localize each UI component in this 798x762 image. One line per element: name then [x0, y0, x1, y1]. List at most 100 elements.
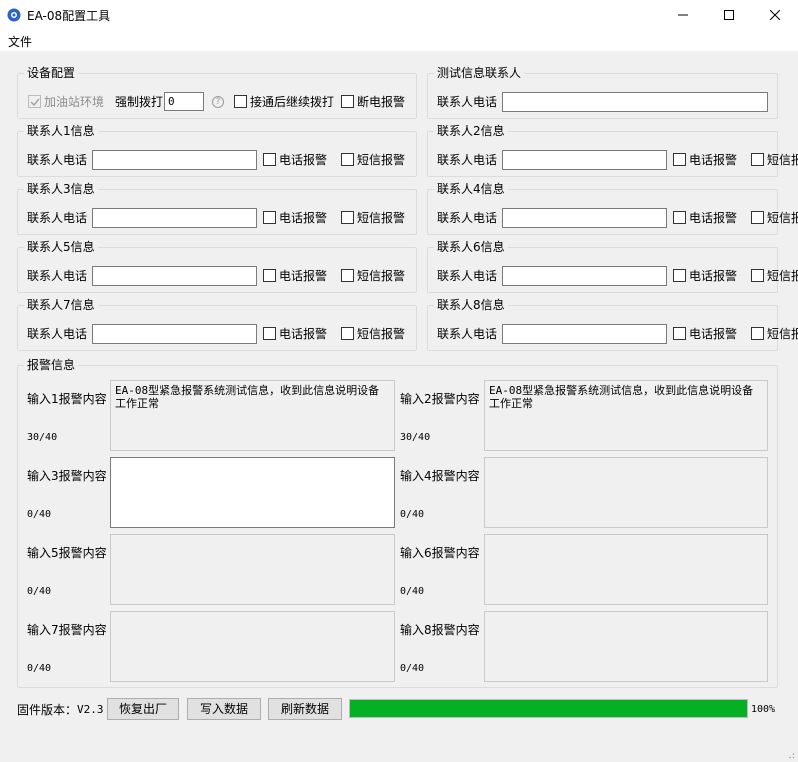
alarm-input-8-textbox[interactable]: [484, 611, 768, 682]
test-contact-phone-label: 联系人电话: [437, 95, 498, 109]
contact-4-phone-input[interactable]: [502, 208, 667, 228]
contact-4-call-checkbox[interactable]: [673, 211, 686, 224]
contact-2-sms-label: 短信报警: [767, 153, 798, 167]
alarm-input-1-count: 30/40: [27, 432, 58, 443]
alarm-input-4-textbox[interactable]: [484, 457, 768, 528]
contact-5-call-checkbox[interactable]: [263, 269, 276, 282]
contact-6-legend: 联系人6信息: [437, 240, 505, 254]
contact-4-phone-label: 联系人电话: [437, 211, 498, 225]
alarm-input-4-count: 0/40: [400, 509, 425, 520]
contact-5-call-label: 电话报警: [279, 269, 328, 283]
alarm-input-5-count: 0/40: [27, 586, 52, 597]
title-bar: EA-08配置工具: [0, 0, 798, 30]
power-off-alarm-checkbox[interactable]: [341, 95, 354, 108]
contact-5-phone-label: 联系人电话: [27, 269, 88, 283]
alarm-input-1-textbox[interactable]: EA-08型紧急报警系统测试信息，收到此信息说明设备工作正常: [110, 380, 395, 451]
maximize-icon: [724, 10, 734, 20]
contact-8-legend: 联系人8信息: [437, 298, 505, 312]
progress-bar: [349, 699, 748, 718]
contact-2-sms-checkbox[interactable]: [751, 153, 764, 166]
contact-4-sms-label: 短信报警: [767, 211, 798, 225]
menu-file[interactable]: 文件: [8, 33, 32, 50]
contact-1-sms-label: 短信报警: [357, 153, 406, 167]
contact-2-call-label: 电话报警: [689, 153, 738, 167]
alarm-input-6-label: 输入6报警内容: [400, 546, 480, 560]
force-dial-label: 强制拨打: [115, 95, 164, 109]
refresh-data-button[interactable]: 刷新数据: [268, 698, 342, 720]
contact-8-phone-label: 联系人电话: [437, 327, 498, 341]
contact-1-legend: 联系人1信息: [27, 124, 95, 138]
alarm-input-6-textbox[interactable]: [484, 534, 768, 605]
gas-station-label: 加油站环境: [44, 95, 105, 109]
alarm-input-7-textbox[interactable]: [110, 611, 395, 682]
contact-2-phone-input[interactable]: [502, 150, 667, 170]
close-button[interactable]: [752, 0, 798, 30]
contact-7-sms-checkbox[interactable]: [341, 327, 354, 340]
write-data-button[interactable]: 写入数据: [187, 698, 261, 720]
contact-7-legend: 联系人7信息: [27, 298, 95, 312]
contact-4-call-label: 电话报警: [689, 211, 738, 225]
contact-7-sms-label: 短信报警: [357, 327, 406, 341]
restore-factory-button[interactable]: 恢复出厂: [107, 698, 179, 720]
alarm-input-1-label: 输入1报警内容: [27, 392, 107, 406]
close-icon: [770, 10, 780, 20]
contact-2-call-checkbox[interactable]: [673, 153, 686, 166]
contact-3-sms-checkbox[interactable]: [341, 211, 354, 224]
contact-8-call-label: 电话报警: [689, 327, 738, 341]
alarm-input-2-textbox[interactable]: EA-08型紧急报警系统测试信息，收到此信息说明设备工作正常: [484, 380, 768, 451]
contact-3-legend: 联系人3信息: [27, 182, 95, 196]
alarm-input-5-textbox[interactable]: [110, 534, 395, 605]
contact-1-call-checkbox[interactable]: [263, 153, 276, 166]
minimize-button[interactable]: [660, 0, 706, 30]
progress-percent: 100%: [751, 704, 776, 715]
contact-1-phone-input[interactable]: [92, 150, 257, 170]
contact-3-call-checkbox[interactable]: [263, 211, 276, 224]
contact-3-phone-input[interactable]: [92, 208, 257, 228]
menu-bar: 文件: [0, 30, 798, 51]
contact-1-call-label: 电话报警: [279, 153, 328, 167]
test-contact-phone-input[interactable]: [502, 92, 768, 112]
alarm-input-7-label: 输入7报警内容: [27, 623, 107, 637]
alarm-input-5-label: 输入5报警内容: [27, 546, 107, 560]
contact-2-phone-label: 联系人电话: [437, 153, 498, 167]
contact-8-call-checkbox[interactable]: [673, 327, 686, 340]
alarm-info-legend: 报警信息: [27, 358, 76, 372]
test-contact-legend: 测试信息联系人: [437, 66, 522, 80]
window-title: EA-08配置工具: [27, 9, 111, 23]
resize-grip-icon[interactable]: [785, 749, 795, 759]
contact-1-sms-checkbox[interactable]: [341, 153, 354, 166]
contact-6-call-label: 电话报警: [689, 269, 738, 283]
force-dial-input[interactable]: 0: [164, 92, 204, 111]
maximize-button[interactable]: [706, 0, 752, 30]
contact-2-legend: 联系人2信息: [437, 124, 505, 138]
contact-5-phone-input[interactable]: [92, 266, 257, 286]
contact-6-call-checkbox[interactable]: [673, 269, 686, 282]
contact-5-sms-checkbox[interactable]: [341, 269, 354, 282]
contact-3-sms-label: 短信报警: [357, 211, 406, 225]
contact-5-sms-label: 短信报警: [357, 269, 406, 283]
contact-7-phone-input[interactable]: [92, 324, 257, 344]
contact-7-call-checkbox[interactable]: [263, 327, 276, 340]
contact-3-phone-label: 联系人电话: [27, 211, 88, 225]
help-icon[interactable]: ?: [212, 96, 224, 108]
checkmark-icon: [30, 98, 40, 107]
minimize-icon: [678, 14, 688, 16]
progress-fill: [350, 700, 747, 717]
alarm-input-8-label: 输入8报警内容: [400, 623, 480, 637]
contact-7-call-label: 电话报警: [279, 327, 328, 341]
contact-6-phone-label: 联系人电话: [437, 269, 498, 283]
contact-1-phone-label: 联系人电话: [27, 153, 88, 167]
device-config-group: 设备配置: [17, 66, 417, 119]
alarm-input-3-textbox[interactable]: [110, 457, 395, 528]
contact-8-sms-label: 短信报警: [767, 327, 798, 341]
alarm-input-4-label: 输入4报警内容: [400, 469, 480, 483]
contact-6-phone-input[interactable]: [502, 266, 667, 286]
app-gear-icon: [7, 8, 21, 22]
contact-4-sms-checkbox[interactable]: [751, 211, 764, 224]
contact-6-sms-checkbox[interactable]: [751, 269, 764, 282]
firmware-label: 固件版本：: [17, 703, 78, 717]
contact-8-phone-input[interactable]: [502, 324, 667, 344]
gas-station-checkbox[interactable]: [28, 95, 41, 108]
contact-8-sms-checkbox[interactable]: [751, 327, 764, 340]
continue-dial-checkbox[interactable]: [234, 95, 247, 108]
